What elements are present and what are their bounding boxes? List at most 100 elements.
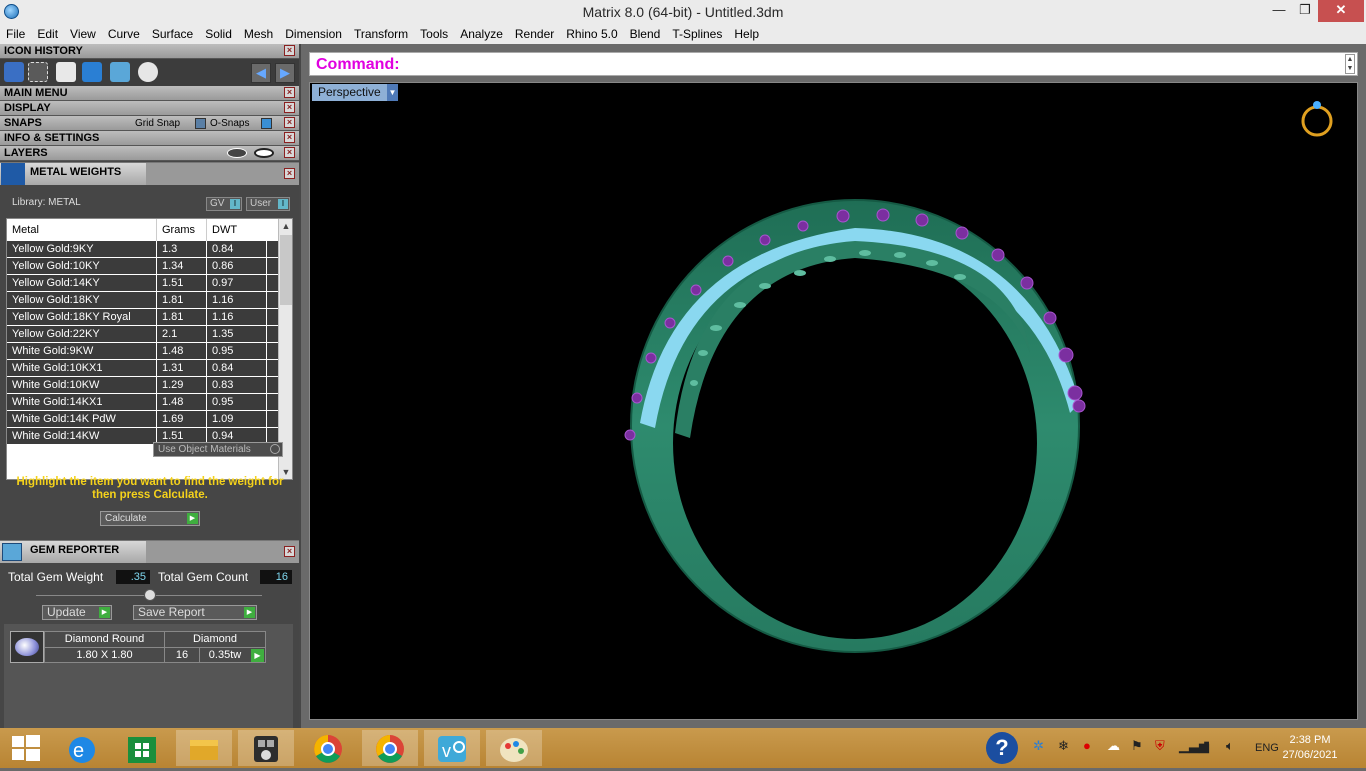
paint-icon[interactable] xyxy=(486,730,542,766)
transform-icon[interactable] xyxy=(28,62,48,82)
grams-cell: 1.81 xyxy=(157,292,207,308)
close-icon[interactable]: × xyxy=(284,117,295,128)
menu-dimension[interactable]: Dimension xyxy=(279,24,348,44)
gem-reporter-icon[interactable] xyxy=(110,62,130,82)
close-icon[interactable]: × xyxy=(284,147,295,158)
menu-tools[interactable]: Tools xyxy=(414,24,454,44)
close-icon[interactable]: × xyxy=(284,45,295,56)
gv-toggle[interactable]: GV I xyxy=(206,197,242,211)
chrome-window-icon[interactable] xyxy=(362,730,418,766)
snowflake-icon[interactable]: ❄ xyxy=(1058,738,1069,754)
document-icon[interactable] xyxy=(56,62,76,82)
ring-logo-icon[interactable] xyxy=(1301,101,1333,137)
menu-render[interactable]: Render xyxy=(509,24,560,44)
battery-icon[interactable]: ▮ xyxy=(1203,738,1210,754)
onedrive-icon[interactable]: ☁ xyxy=(1107,738,1120,754)
close-icon[interactable]: × xyxy=(284,102,295,113)
calculate-button[interactable]: Calculate ▶ xyxy=(100,511,200,526)
menu-rhino[interactable]: Rhino 5.0 xyxy=(560,24,623,44)
matrix-app-icon[interactable] xyxy=(238,730,294,766)
update-button[interactable]: Update ▶ xyxy=(42,605,112,620)
back-arrow-icon[interactable]: ◀ xyxy=(251,63,271,83)
internet-explorer-icon[interactable]: e xyxy=(56,730,112,766)
icon-history-header[interactable]: ICON HISTORY × xyxy=(0,44,299,59)
table-row[interactable]: White Gold:14KX1 1.48 0.95 xyxy=(7,394,292,411)
table-row[interactable]: Yellow Gold:14KY 1.51 0.97 xyxy=(7,275,292,292)
table-scrollbar[interactable]: ▲ ▼ xyxy=(278,219,292,479)
menu-mesh[interactable]: Mesh xyxy=(238,24,279,44)
restore-button[interactable]: ❐ xyxy=(1290,0,1320,22)
vector-app-icon[interactable]: v xyxy=(424,730,480,766)
scroll-up-icon[interactable]: ▲ xyxy=(279,219,292,233)
table-row[interactable]: Yellow Gold:18KY Royal 1.81 1.16 xyxy=(7,309,292,326)
column-header-grams[interactable]: Grams xyxy=(157,219,207,241)
volume-icon[interactable]: 🔈︎ xyxy=(1226,738,1234,754)
bluetooth-icon[interactable]: ✲ xyxy=(1033,738,1044,754)
flag-icon[interactable]: ⚑ xyxy=(1131,738,1143,754)
slider-handle[interactable] xyxy=(144,589,156,601)
close-icon[interactable]: × xyxy=(284,87,295,98)
start-icon[interactable] xyxy=(8,732,42,764)
table-row[interactable]: Yellow Gold:18KY 1.81 1.16 xyxy=(7,292,292,309)
play-icon[interactable]: ▶ xyxy=(251,649,264,662)
command-history-spinner[interactable]: ▲ ▼ xyxy=(1345,54,1355,74)
menu-blend[interactable]: Blend xyxy=(624,24,667,44)
icon-history-label: ICON HISTORY xyxy=(4,45,83,57)
scroll-thumb[interactable] xyxy=(280,235,292,305)
table-row[interactable]: Yellow Gold:10KY 1.34 0.86 xyxy=(7,258,292,275)
table-row[interactable]: White Gold:10KW 1.29 0.83 xyxy=(7,377,292,394)
command-bar[interactable]: Command: ▲ ▼ xyxy=(309,52,1358,76)
menu-tsplines[interactable]: T-Splines xyxy=(666,24,728,44)
menu-edit[interactable]: Edit xyxy=(31,24,64,44)
store-icon[interactable] xyxy=(116,730,172,766)
perspective-viewport[interactable]: Perspective ▼ xyxy=(309,82,1358,720)
menu-transform[interactable]: Transform xyxy=(348,24,414,44)
grams-cell: 1.51 xyxy=(157,275,207,291)
gem-thumbnail[interactable] xyxy=(10,631,44,663)
gem-row[interactable]: Diamond Round Diamond 1.80 X 1.80 16 0.3… xyxy=(44,631,266,663)
grid-snap-label[interactable]: Grid Snap xyxy=(135,116,180,131)
chrome-icon[interactable] xyxy=(300,730,356,766)
close-button[interactable]: ✕ xyxy=(1318,0,1364,22)
main-menu-header[interactable]: MAIN MENU × xyxy=(0,86,299,101)
o-snaps-label[interactable]: O-Snaps xyxy=(210,116,249,131)
file-explorer-icon[interactable] xyxy=(176,730,232,766)
forward-arrow-icon[interactable]: ▶ xyxy=(275,63,295,83)
column-header-dwt[interactable]: DWT xyxy=(207,219,267,241)
gem-icon[interactable] xyxy=(138,62,158,82)
close-icon[interactable]: × xyxy=(284,168,295,179)
beats-icon[interactable]: ● xyxy=(1083,738,1091,753)
layer-visibility-icon[interactable] xyxy=(227,148,247,158)
table-row[interactable]: White Gold:14K PdW 1.69 1.09 xyxy=(7,411,292,428)
column-header-metal[interactable]: Metal xyxy=(7,219,157,241)
menu-analyze[interactable]: Analyze xyxy=(454,24,509,44)
menu-curve[interactable]: Curve xyxy=(102,24,146,44)
table-row[interactable]: White Gold:9KW 1.48 0.95 xyxy=(7,343,292,360)
info-settings-header[interactable]: INFO & SETTINGS × xyxy=(0,131,299,146)
clock[interactable]: 2:38 PM 27/06/2021 xyxy=(1270,733,1350,763)
metal-weights-icon[interactable] xyxy=(82,62,102,82)
shield-icon[interactable]: ⛨ xyxy=(1155,738,1165,754)
menu-view[interactable]: View xyxy=(64,24,102,44)
table-row[interactable]: Yellow Gold:9KY 1.3 0.84 xyxy=(7,241,292,258)
total-gem-count-label: Total Gem Count xyxy=(158,570,249,584)
use-object-materials-toggle[interactable]: Use Object Materials xyxy=(153,442,283,457)
save-report-button[interactable]: Save Report ▶ xyxy=(133,605,257,620)
menu-solid[interactable]: Solid xyxy=(199,24,238,44)
menu-help[interactable]: Help xyxy=(728,24,765,44)
menu-file[interactable]: File xyxy=(0,24,31,44)
save-icon[interactable] xyxy=(4,62,24,82)
help-icon[interactable]: ? xyxy=(986,732,1018,764)
table-row[interactable]: White Gold:10KX1 1.31 0.84 xyxy=(7,360,292,377)
snaps-header[interactable]: SNAPS Grid Snap O-Snaps × xyxy=(0,116,299,131)
eye-icon[interactable] xyxy=(254,148,274,158)
table-row[interactable]: Yellow Gold:22KY 2.1 1.35 xyxy=(7,326,292,343)
display-header[interactable]: DISPLAY × xyxy=(0,101,299,116)
user-toggle[interactable]: User I xyxy=(246,197,290,211)
close-icon[interactable]: × xyxy=(284,132,295,143)
o-snaps-toggle[interactable] xyxy=(261,118,272,129)
grid-snap-toggle[interactable] xyxy=(195,118,206,129)
menu-surface[interactable]: Surface xyxy=(146,24,199,44)
layers-header[interactable]: LAYERS × xyxy=(0,146,299,161)
close-icon[interactable]: × xyxy=(284,546,295,557)
